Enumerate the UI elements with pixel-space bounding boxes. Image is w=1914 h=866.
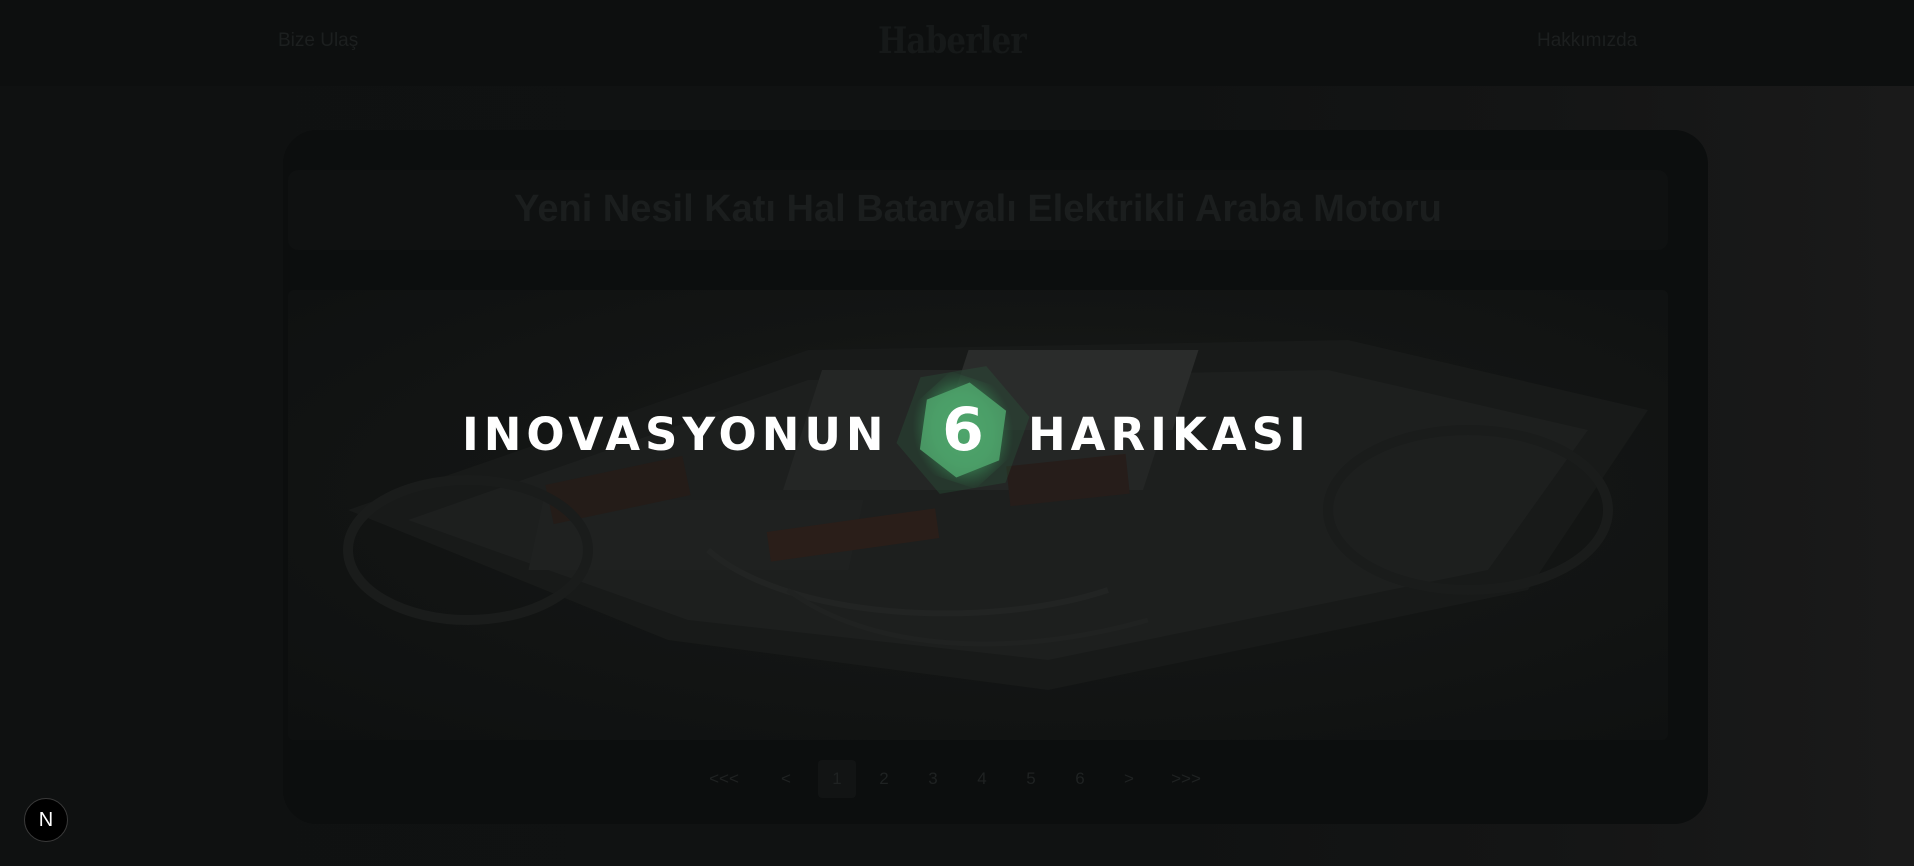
splash-number: 6 xyxy=(942,395,984,465)
splash-right-text: HARIKASI xyxy=(1028,408,1311,461)
splash-overlay: INOVASYONUN 6 HARIKASI xyxy=(0,0,1914,866)
nextjs-logo-icon[interactable]: N xyxy=(24,798,68,842)
splash-left-text: INOVASYONUN xyxy=(462,408,889,461)
page: Bize Ulaş Haberler Hakkımızda Yeni Nesil… xyxy=(0,0,1914,866)
nextjs-logo-letter: N xyxy=(38,809,54,831)
